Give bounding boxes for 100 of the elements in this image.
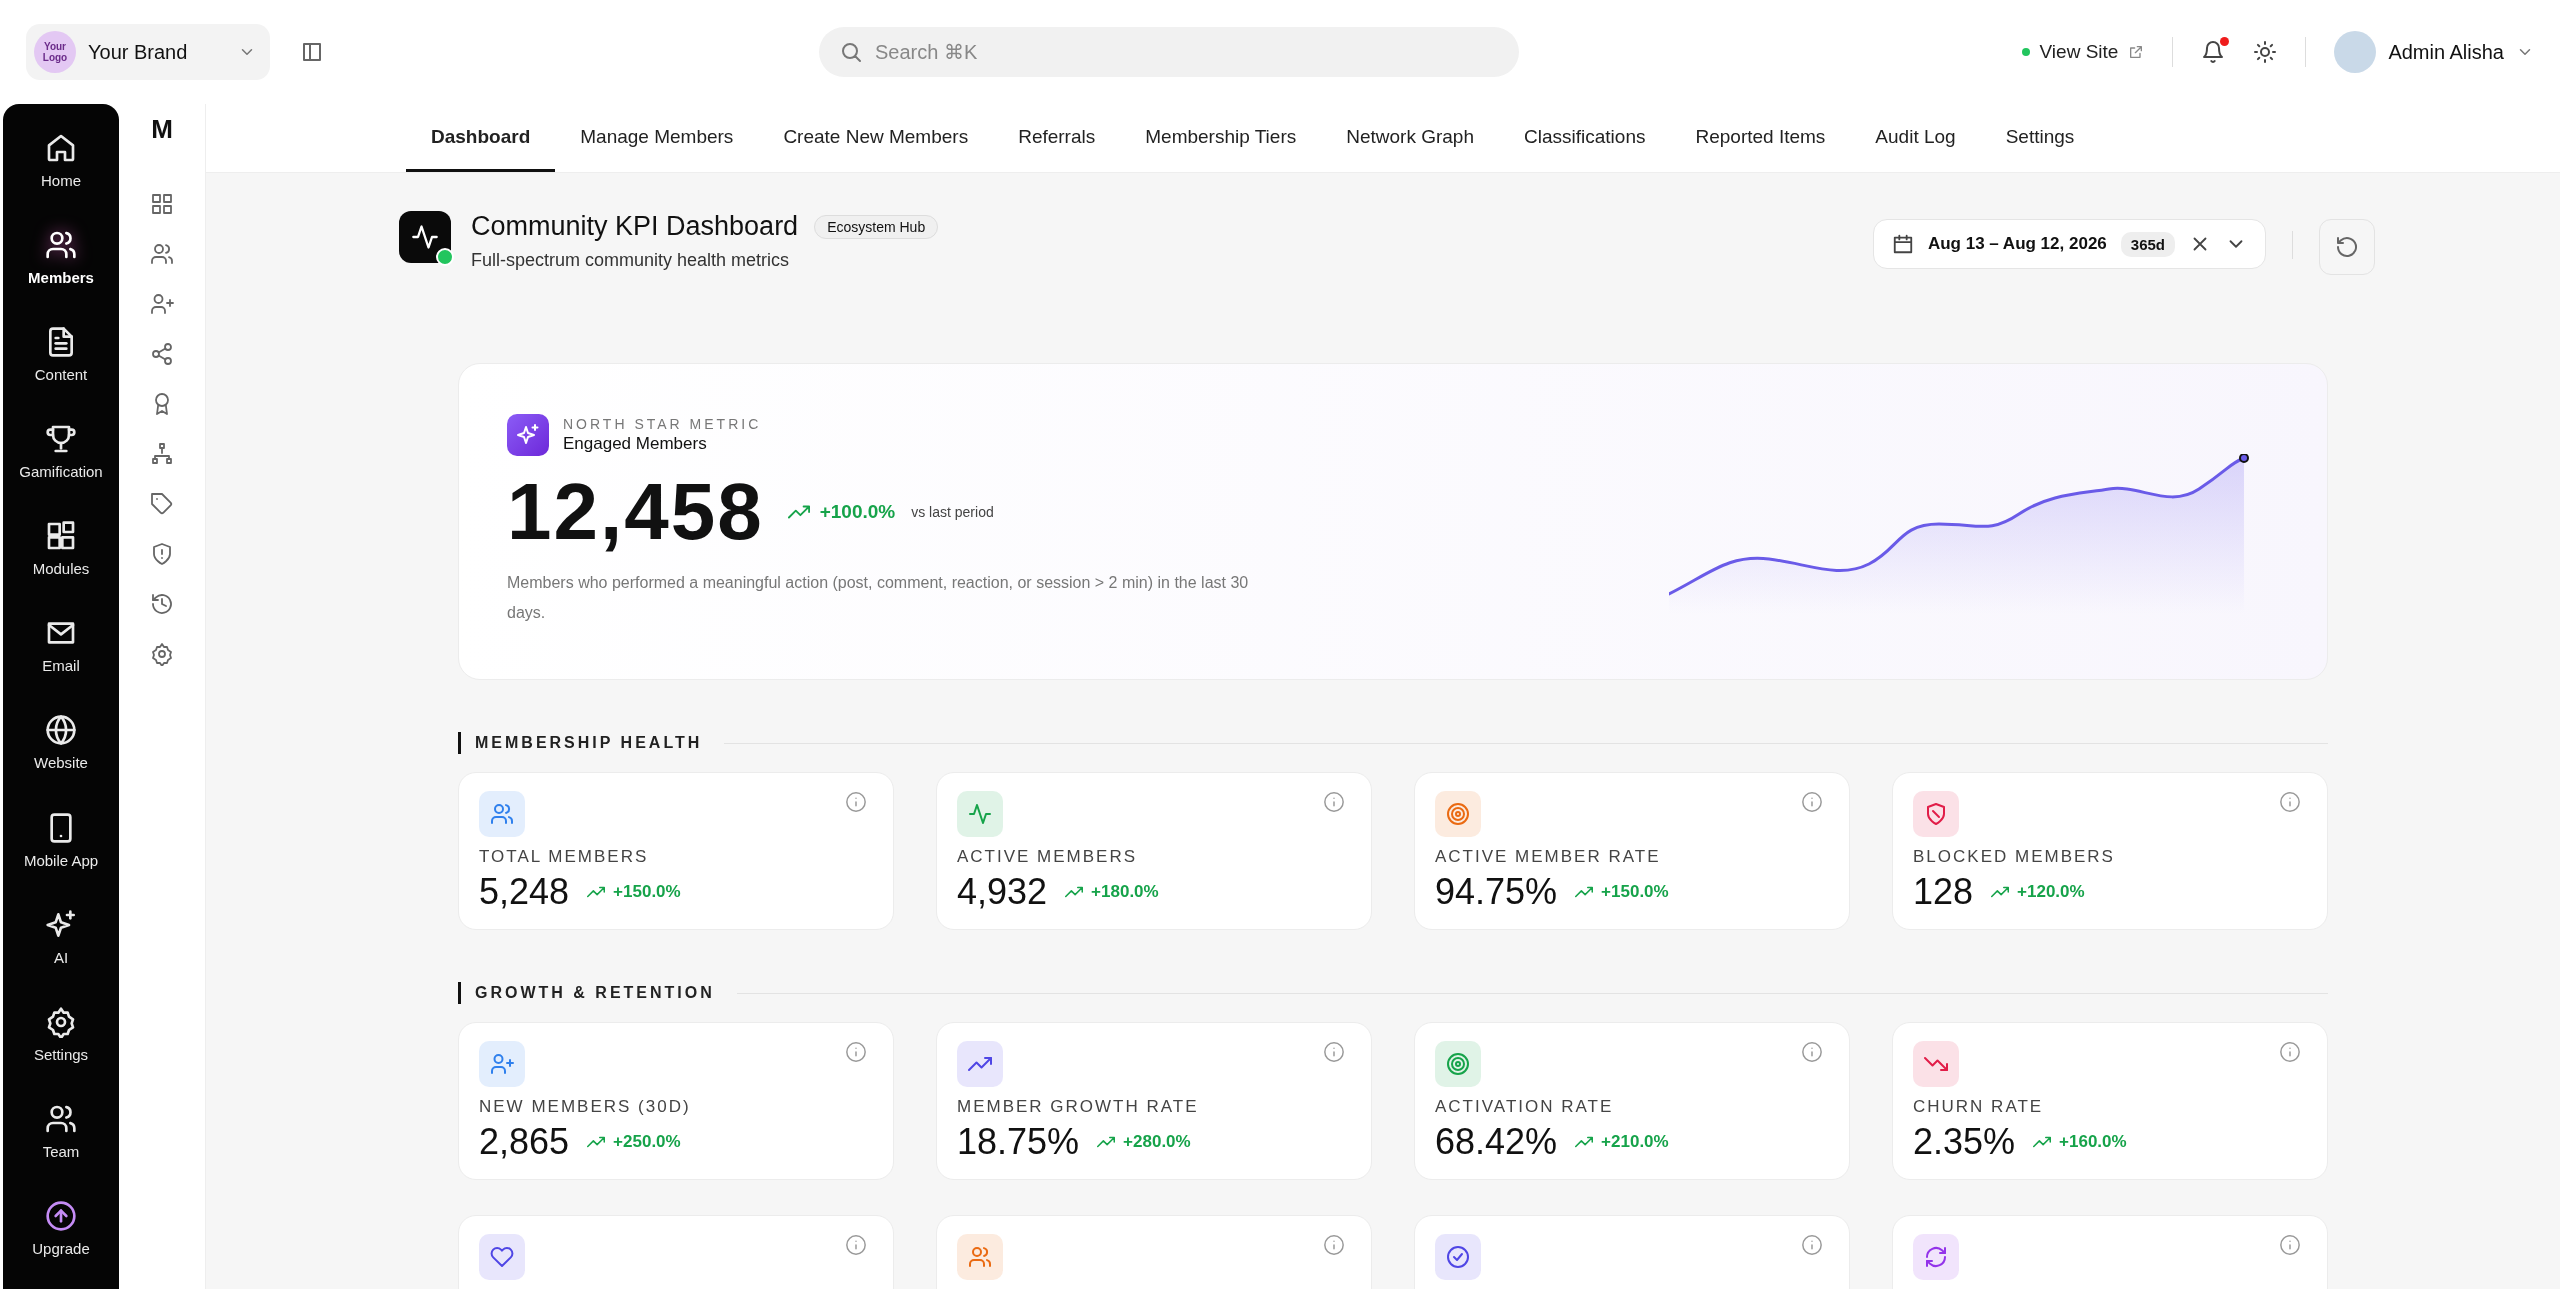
pulse-icon [399, 211, 451, 263]
sidebar-item[interactable]: Home [6, 124, 116, 222]
tab[interactable]: Membership Tiers [1120, 104, 1322, 172]
settings-icon [45, 1005, 77, 1038]
section-title: GROWTH & RETENTION [475, 984, 715, 1002]
tag-icon[interactable] [150, 492, 174, 516]
brand-switcher[interactable]: Your Logo Your Brand [26, 24, 270, 80]
info-icon[interactable] [845, 1234, 867, 1256]
person-plus-icon[interactable] [150, 292, 174, 316]
info-icon[interactable] [1801, 1234, 1823, 1256]
kpi-label: BLOCKED MEMBERS [1913, 847, 2116, 867]
metric-description: Members who performed a meaningful action (post, comment, reaction, or session > 2 min) in the last 30 days. [507, 573, 1250, 623]
info-icon[interactable] [845, 791, 867, 813]
page-title: Community KPI Dashboard [471, 211, 799, 242]
sidebar-item[interactable]: Upgrade [6, 1191, 116, 1289]
info-icon[interactable] [2279, 791, 2301, 813]
reset-button[interactable] [2319, 219, 2375, 275]
kpi-value: 5,248 [479, 871, 570, 913]
kpi-label: NEW MEMBERS (30D) [479, 1097, 692, 1117]
section-title: MEMBERSHIP HEALTH [475, 734, 703, 752]
info-icon[interactable] [1323, 1041, 1345, 1063]
kpi-change: +160.0% [2059, 1132, 2127, 1152]
info-icon[interactable] [2279, 1234, 2301, 1256]
sun-icon[interactable] [2253, 40, 2278, 64]
info-icon[interactable] [1323, 1234, 1345, 1256]
reset-icon [2335, 235, 2359, 259]
sparkles-icon [507, 414, 549, 456]
bell-icon[interactable] [2201, 40, 2226, 64]
sidebar-item[interactable]: AI [6, 900, 116, 998]
date-range: Aug 13 – Aug 12, 2026 [1927, 234, 2107, 254]
hub-tag: Ecosystem Hub [814, 214, 939, 239]
date-range-picker[interactable]: Aug 13 – Aug 12, 2026 365d [1872, 219, 2266, 269]
kpi-label: TOTAL MEMBERS [479, 847, 650, 867]
info-icon[interactable] [845, 1041, 867, 1063]
sidebar-item[interactable]: Gamification [6, 415, 116, 513]
info-icon[interactable] [1801, 1041, 1823, 1063]
kpi-change: +180.0% [1091, 882, 1159, 902]
kpi-label: ACTIVE MEMBER RATE [1435, 847, 1662, 867]
home-icon [45, 132, 77, 164]
sidebar-item[interactable]: Website [6, 706, 116, 804]
metric-name: Engaged Members [563, 434, 708, 454]
kpi-value: 2,865 [479, 1121, 570, 1163]
kpi-change: +210.0% [1601, 1132, 1669, 1152]
sidebar-item[interactable]: Modules [6, 512, 116, 610]
kpi-change: +150.0% [613, 882, 681, 902]
kpi-value: 4,932 [957, 871, 1048, 913]
status-dot [2021, 48, 2030, 56]
calendar-icon [1891, 233, 1914, 255]
metric-value: 12,458 [507, 466, 764, 558]
info-icon[interactable] [1801, 791, 1823, 813]
tab[interactable]: Manage Members [555, 104, 759, 172]
days-chip: 365d [2120, 231, 2175, 257]
settings-icon[interactable] [150, 642, 174, 666]
people-icon[interactable] [150, 242, 174, 266]
shield-icon[interactable] [150, 542, 174, 566]
globe-icon [45, 714, 77, 747]
history-icon[interactable] [150, 592, 174, 616]
kpi-change: +150.0% [1601, 882, 1669, 902]
kpi-label: ACTIVE MEMBERS [957, 847, 1139, 867]
kpi-value: 68.42% [1435, 1121, 1558, 1163]
comparison-label: vs last period [911, 504, 994, 520]
kpi-label: CHURN RATE [1913, 1097, 2045, 1117]
tab[interactable]: Settings [1980, 104, 2100, 172]
sidebar-item[interactable]: Team [6, 1094, 116, 1192]
metric-eyebrow: NORTH STAR METRIC [563, 416, 762, 432]
brand-name: Your Brand [88, 40, 189, 64]
external-link-icon [2128, 44, 2145, 60]
sidebar-item[interactable]: Members [6, 221, 116, 319]
sidebar-item[interactable]: Settings [6, 997, 116, 1095]
kpi-value: 18.75% [957, 1121, 1080, 1163]
user-menu[interactable]: Admin Alisha [2334, 31, 2534, 73]
share-icon[interactable] [150, 342, 174, 366]
sidebar-item[interactable]: Email [6, 609, 116, 707]
kpi-change: +120.0% [2017, 882, 2085, 902]
metric-change: +100.0% [819, 501, 896, 523]
tab[interactable]: Create New Members [758, 104, 994, 172]
tab[interactable]: Audit Log [1850, 104, 1981, 172]
grid-icon[interactable] [150, 192, 174, 216]
tab[interactable]: Reported Items [1670, 104, 1851, 172]
tab[interactable]: Network Graph [1321, 104, 1499, 172]
kpi-value: 128 [1913, 871, 1974, 913]
sidebar-item[interactable]: Mobile App [6, 803, 116, 901]
kpi-value: 2.35% [1913, 1121, 2016, 1163]
info-icon[interactable] [2279, 1041, 2301, 1063]
sidebar-item[interactable]: Content [6, 318, 116, 416]
kpi-change: +250.0% [613, 1132, 681, 1152]
tab[interactable]: Classifications [1499, 104, 1671, 172]
brand-logo: Your Logo [34, 31, 76, 73]
tab[interactable]: Referrals [993, 104, 1121, 172]
hierarchy-icon[interactable] [150, 442, 174, 466]
avatar [2334, 31, 2377, 73]
sidebar-toggle-icon[interactable] [300, 40, 324, 64]
search-field[interactable]: Search ⌘K [819, 27, 1519, 77]
kpi-change: +280.0% [1123, 1132, 1191, 1152]
kpi-value: 94.75% [1435, 871, 1558, 913]
section-initial: M [151, 114, 173, 146]
view-site-link[interactable]: View Site [2021, 41, 2145, 63]
page-subtitle: Full-spectrum community health metrics [471, 250, 791, 271]
tab[interactable]: Dashboard [406, 104, 556, 172]
info-icon[interactable] [1323, 791, 1345, 813]
